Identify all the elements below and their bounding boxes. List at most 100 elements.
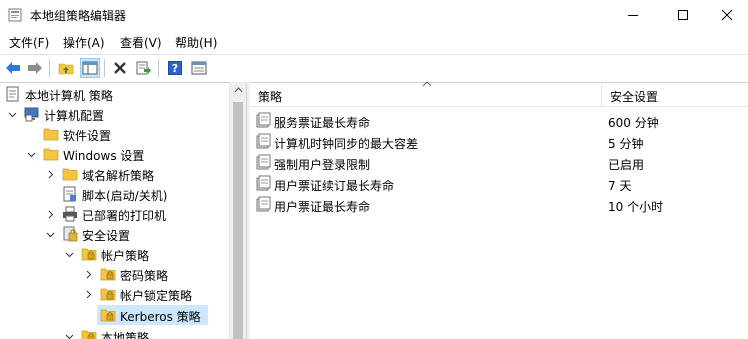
policy-name: 用户票证续订最长寿命 — [274, 179, 395, 193]
back-button[interactable] — [3, 58, 23, 78]
list-item[interactable]: 服务票证最长寿命 600 分钟 — [250, 110, 748, 131]
tree-item-name-resolution[interactable]: 域名解析策略 — [0, 164, 229, 184]
chevron-down-icon[interactable] — [64, 331, 74, 339]
tree-item-account-policies[interactable]: 帐户策略 — [0, 244, 229, 264]
scroll-up-icon[interactable] — [234, 87, 243, 93]
locked-folder-icon — [100, 288, 116, 301]
chevron-right-icon[interactable] — [83, 269, 93, 279]
maximize-button[interactable] — [660, 0, 706, 30]
up-folder-icon — [58, 63, 74, 75]
show-hide-tree-icon — [82, 61, 98, 75]
chevron-right-icon[interactable] — [45, 169, 55, 179]
script-icon — [63, 186, 76, 202]
tree-item-label: 本地策略 — [101, 331, 150, 339]
tree-item-computer-config[interactable]: 计算机配置 — [0, 104, 229, 124]
menu-bar: 文件(F) 操作(A) 查看(V) 帮助(H) — [0, 31, 748, 51]
help-icon: ? — [168, 61, 182, 75]
properties-button[interactable] — [189, 58, 209, 78]
tree-item-scripts[interactable]: 脚本(启动/关机) — [0, 184, 229, 204]
chevron-down-icon[interactable] — [26, 149, 36, 159]
tree-item-kerberos-policy[interactable]: Kerberos 策略 — [97, 305, 208, 325]
list-item[interactable]: 用户票证最长寿命 10 个小时 — [250, 194, 748, 215]
chevron-down-icon[interactable] — [64, 249, 74, 259]
minimize-icon — [628, 15, 638, 16]
chevron-right-icon[interactable] — [83, 289, 93, 299]
chevron-down-icon[interactable] — [45, 229, 55, 239]
delete-button[interactable] — [110, 58, 130, 78]
locked-folder-icon — [81, 248, 97, 261]
list-item[interactable]: 用户票证续订最长寿命 7 天 — [250, 173, 748, 194]
show-hide-tree-button[interactable] — [80, 58, 100, 78]
tree-item-lockout-policy[interactable]: 帐户锁定策略 — [0, 284, 229, 304]
title-bar: 本地组策略编辑器 — [0, 0, 748, 30]
policy-list[interactable]: 策略 安全设置 服务票证最长寿命 600 分钟 计算机时钟同步的最大容差 5 分… — [250, 81, 748, 339]
tree-item-windows-settings[interactable]: Windows 设置 — [0, 144, 229, 164]
toolbar-separator — [49, 59, 50, 77]
maximize-icon — [678, 10, 688, 20]
help-button[interactable]: ? — [165, 58, 185, 78]
chevron-down-icon[interactable] — [7, 109, 17, 119]
app-icon — [8, 8, 22, 22]
tree-item-security-settings[interactable]: 安全设置 — [0, 224, 229, 244]
policy-setting-icon — [256, 154, 271, 170]
menu-view[interactable]: 查看(V) — [120, 34, 162, 51]
forward-button[interactable] — [25, 58, 45, 78]
close-button[interactable] — [704, 0, 748, 30]
export-list-button[interactable] — [134, 58, 154, 78]
menu-file[interactable]: 文件(F) — [9, 34, 49, 51]
tree-item-password-policy[interactable]: 密码策略 — [0, 264, 229, 284]
list-item[interactable]: 计算机时钟同步的最大容差 5 分钟 — [250, 131, 748, 152]
tree-item-label: 本地计算机 策略 — [25, 89, 113, 103]
toolbar: ? — [0, 54, 748, 80]
toolbar-separator — [158, 59, 159, 77]
svg-text:?: ? — [172, 62, 178, 75]
up-folder-button[interactable] — [56, 58, 76, 78]
tree-item-label: 密码策略 — [120, 269, 169, 283]
tree-item-root[interactable]: 本地计算机 策略 — [0, 84, 229, 104]
computer-icon — [24, 107, 39, 122]
tree-item-label: 已部署的打印机 — [82, 209, 167, 223]
policy-name: 强制用户登录限制 — [274, 158, 371, 172]
policy-name: 计算机时钟同步的最大容差 — [274, 137, 419, 151]
column-header-security-setting[interactable]: 安全设置 — [602, 83, 748, 107]
menu-action[interactable]: 操作(A) — [63, 34, 105, 51]
tree-item-software-settings[interactable]: 软件设置 — [0, 124, 229, 144]
tree-item-label: Kerberos 策略 — [120, 310, 201, 324]
policy-value: 600 分钟 — [608, 116, 659, 130]
column-header-policy[interactable]: 策略 — [250, 81, 602, 107]
policy-value: 5 分钟 — [608, 137, 644, 151]
policy-document-icon — [6, 86, 19, 102]
delete-icon — [114, 62, 126, 74]
menu-help[interactable]: 帮助(H) — [175, 34, 217, 51]
policy-setting-icon — [256, 112, 271, 128]
tree-item-label: 帐户锁定策略 — [120, 289, 193, 303]
folder-icon — [43, 148, 59, 161]
tree-item-label: 安全设置 — [82, 229, 131, 243]
column-header-label: 安全设置 — [610, 90, 659, 104]
policy-name: 服务票证最长寿命 — [274, 116, 371, 130]
properties-icon — [191, 61, 207, 75]
sort-ascending-icon — [422, 81, 432, 87]
tree-item-label: 软件设置 — [63, 129, 112, 143]
policy-value: 7 天 — [608, 179, 632, 193]
tree-item-printers[interactable]: 已部署的打印机 — [0, 204, 229, 224]
close-icon — [721, 9, 733, 21]
policy-value: 10 个小时 — [608, 200, 664, 214]
folder-icon — [43, 128, 59, 141]
folder-icon — [62, 168, 78, 181]
toolbar-separator — [104, 59, 105, 77]
tree-item-local-policies[interactable]: 本地策略 — [0, 326, 229, 339]
back-icon — [6, 62, 20, 74]
minimize-button[interactable] — [610, 0, 656, 30]
console-tree[interactable]: 本地计算机 策略 计算机配置 软件设置 Windows 设置 域名解析策略 脚本… — [0, 82, 246, 339]
tree-item-label: Windows 设置 — [63, 149, 145, 163]
tree-scrollbar[interactable] — [229, 82, 246, 339]
scrollbar-thumb[interactable] — [233, 102, 243, 339]
tree-item-label: 脚本(启动/关机) — [82, 189, 168, 203]
chevron-right-icon[interactable] — [45, 209, 55, 219]
forward-icon — [28, 62, 42, 74]
locked-folder-icon — [100, 309, 116, 322]
security-icon — [63, 226, 78, 242]
tree-item-label: 计算机配置 — [44, 109, 105, 123]
list-item[interactable]: 强制用户登录限制 已启用 — [250, 152, 748, 173]
